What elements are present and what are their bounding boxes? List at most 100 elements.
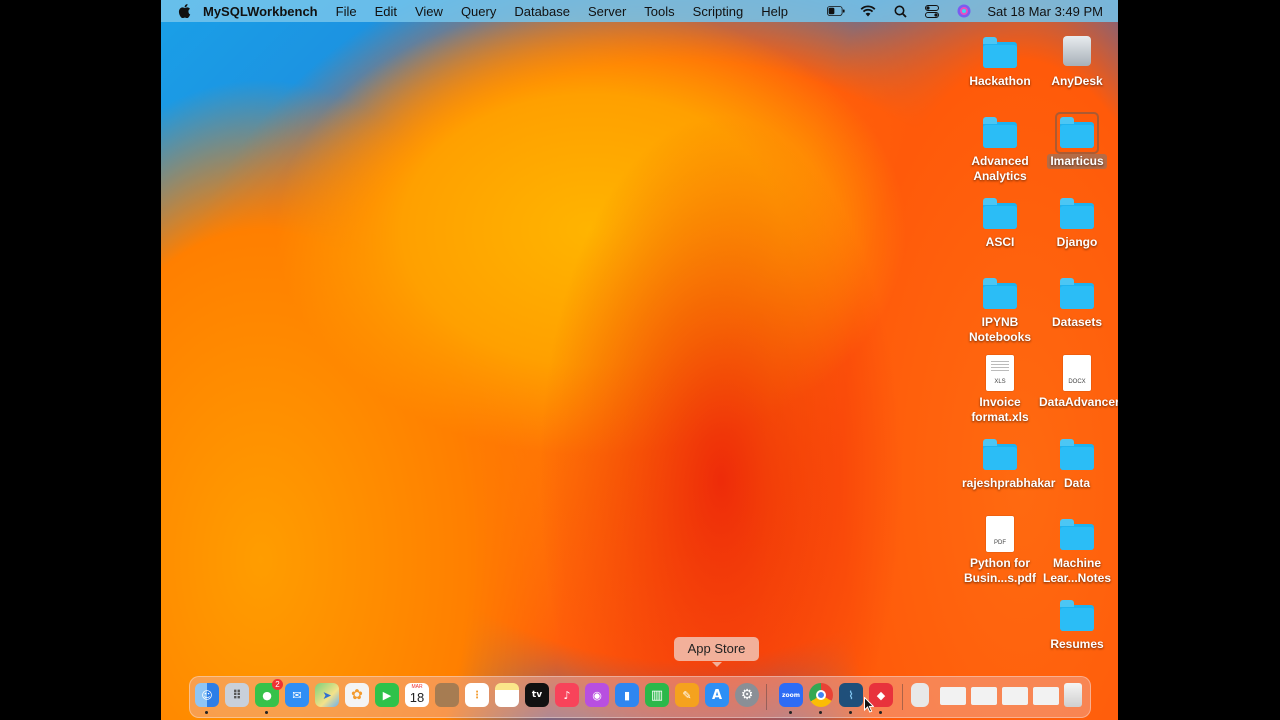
drive-icon	[1057, 34, 1097, 72]
running-indicator	[879, 711, 882, 714]
zoom-icon[interactable]: zoom	[779, 683, 803, 707]
desktop-folder-machine-learning-notes[interactable]: Machine Lear...Notes	[1039, 516, 1115, 586]
wifi-icon[interactable]	[859, 4, 877, 18]
numbers-icon[interactable]: ▥	[645, 683, 669, 707]
window-thumb-2-icon[interactable]	[971, 687, 997, 705]
menu-file[interactable]: File	[327, 4, 366, 19]
menu-help[interactable]: Help	[752, 4, 797, 19]
desktop-folder-resumes[interactable]: Resumes	[1039, 597, 1115, 652]
finder-icon[interactable]: ☺	[195, 683, 219, 707]
maps-icon[interactable]: ➤	[315, 683, 339, 707]
trash-icon[interactable]	[1064, 683, 1082, 707]
desktop-item-label: IPYNB Notebooks	[968, 315, 1031, 344]
desktop-folder-datasets[interactable]: Datasets	[1039, 275, 1115, 330]
app-menu[interactable]: MySQLWorkbench	[197, 4, 327, 19]
menu-edit[interactable]: Edit	[366, 4, 406, 19]
desktop-item-label: ASCI	[985, 235, 1015, 249]
appstore-icon[interactable]: A	[705, 683, 729, 707]
desktop-item-label: Invoice format.xls	[971, 395, 1029, 424]
contacts-icon[interactable]	[435, 683, 459, 707]
calendar-icon[interactable]: MAR 18	[405, 683, 429, 707]
music-icon[interactable]: ♪	[555, 683, 579, 707]
appletv-icon[interactable]: tv	[525, 683, 549, 707]
pages-icon[interactable]: ✎	[675, 683, 699, 707]
desktop-item-label: Machine Lear...Notes	[1042, 556, 1112, 585]
battery-icon[interactable]	[827, 4, 845, 18]
folder-icon	[980, 436, 1020, 474]
desktop-file-dataadvancerlabs[interactable]: DOCX DataAdvancerLabs	[1039, 355, 1118, 410]
control-center-icon[interactable]	[923, 4, 941, 18]
file-ext-label: DOCX	[1068, 379, 1086, 385]
desktop-item-label: rajeshprabhakar	[962, 476, 1056, 490]
desktop-folder-advanced-analytics[interactable]: Advanced Analytics	[962, 114, 1038, 184]
menu-view[interactable]: View	[406, 4, 452, 19]
desktop-drive-anydesk[interactable]: AnyDesk	[1039, 34, 1115, 89]
podcasts-icon[interactable]: ◉	[585, 683, 609, 707]
menu-query[interactable]: Query	[452, 4, 505, 19]
notes-icon[interactable]	[495, 683, 519, 707]
menu-scripting[interactable]: Scripting	[684, 4, 753, 19]
reminders-icon[interactable]: ⋮	[465, 683, 489, 707]
system-settings-icon[interactable]: ⚙	[735, 683, 759, 707]
file-ext-label: PDF	[994, 540, 1006, 546]
dock-tooltip: App Store	[674, 637, 759, 667]
dock-separator	[902, 684, 903, 710]
desktop-item-label: Data	[1063, 476, 1090, 490]
desktop-file-python-pdf[interactable]: PDF Python for Busin...s.pdf	[962, 516, 1038, 586]
desktop-folder-imarticus[interactable]: Imarticus	[1039, 112, 1115, 170]
apple-menu-icon[interactable]	[178, 4, 191, 18]
menu-tools[interactable]: Tools	[635, 4, 683, 19]
desktop-item-label: DataAdvancerLabs	[1039, 395, 1118, 409]
keynote-icon[interactable]: ▮	[615, 683, 639, 707]
folder-icon	[1057, 516, 1097, 554]
mysql-workbench-icon[interactable]: ⌇	[839, 683, 863, 707]
folder-icon	[1057, 436, 1097, 474]
mouse-cursor-icon	[864, 697, 874, 713]
messages-badge: 2	[272, 679, 283, 690]
siri-icon[interactable]	[955, 4, 973, 18]
window-thumb-3-icon[interactable]	[1002, 687, 1028, 705]
desktop-item-label: Python for Busin...s.pdf	[964, 556, 1036, 585]
desktop-folder-ipynb-notebooks[interactable]: IPYNB Notebooks	[962, 275, 1038, 345]
desktop-file-invoice-xls[interactable]: XLS Invoice format.xls	[962, 355, 1038, 425]
launchpad-icon[interactable]: ⠿	[225, 683, 249, 707]
mail-icon[interactable]: ✉	[285, 683, 309, 707]
menubar-clock[interactable]: Sat 18 Mar 3:49 PM	[987, 4, 1103, 19]
folder-icon	[980, 34, 1020, 72]
folder-icon	[1057, 195, 1097, 233]
desktop-item-label: Hackathon	[969, 74, 1031, 88]
folder-icon	[1055, 112, 1099, 154]
desktop-item-label: Imarticus	[1047, 154, 1107, 169]
running-indicator	[789, 711, 792, 714]
running-indicator	[205, 711, 208, 714]
photos-icon[interactable]: ✿	[345, 683, 369, 707]
pdf-file-icon: PDF	[980, 516, 1020, 554]
file-ext-label: XLS	[994, 379, 1006, 385]
folder-icon	[1057, 597, 1097, 635]
menu-database[interactable]: Database	[505, 4, 579, 19]
folder-icon	[980, 275, 1020, 313]
desktop-item-label: AnyDesk	[1051, 74, 1103, 88]
zoom-label: zoom	[782, 691, 800, 699]
docx-file-icon: DOCX	[1057, 355, 1097, 393]
desktop-item-label: Django	[1056, 235, 1098, 249]
window-thumb-4-icon[interactable]	[1033, 687, 1059, 705]
desktop-folder-hackathon[interactable]: Hackathon	[962, 34, 1038, 89]
dock-separator	[766, 684, 767, 710]
running-indicator	[819, 711, 822, 714]
window-thumb-1-icon[interactable]	[940, 687, 966, 705]
desktop-folder-rajeshprabhakar[interactable]: rajeshprabhakar	[962, 436, 1056, 491]
menu-server[interactable]: Server	[579, 4, 635, 19]
desktop-item-label: Datasets	[1051, 315, 1103, 329]
desktop[interactable]: MySQLWorkbench File Edit View Query Data…	[161, 0, 1118, 720]
desktop-folder-asci[interactable]: ASCI	[962, 195, 1038, 250]
desktop-folder-data[interactable]: Data	[1039, 436, 1115, 491]
desktop-item-label: Resumes	[1050, 637, 1104, 651]
desktop-folder-django[interactable]: Django	[1039, 195, 1115, 250]
chrome-icon[interactable]	[809, 683, 833, 707]
messages-icon[interactable]: ● 2	[255, 679, 283, 707]
spotlight-search-icon[interactable]	[891, 4, 909, 18]
folder-icon	[1057, 275, 1097, 313]
preview-doc-icon[interactable]	[911, 683, 929, 707]
facetime-icon[interactable]: ▶	[375, 683, 399, 707]
